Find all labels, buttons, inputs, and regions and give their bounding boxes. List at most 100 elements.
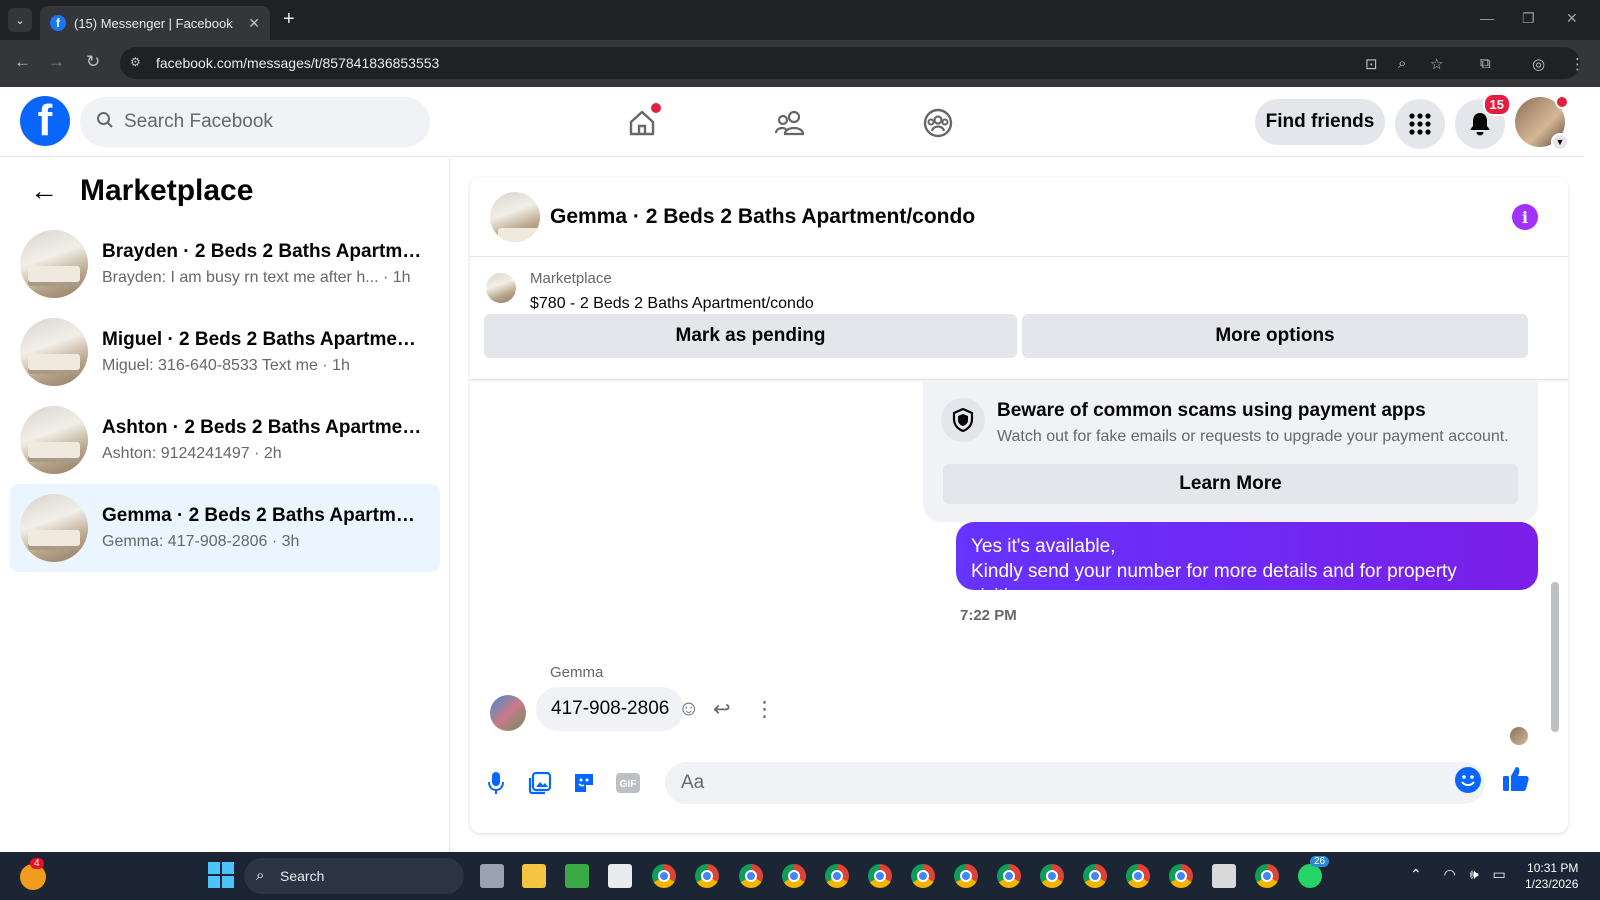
minimize-icon[interactable]: — [1480,10,1494,26]
chrome-icon[interactable] [695,864,719,888]
browser-menu-icon[interactable]: ⋮ [1570,55,1585,73]
chrome-icon[interactable] [652,864,676,888]
whatsapp-icon[interactable] [1298,864,1322,888]
browser-tab[interactable]: f (15) Messenger | Facebook ✕ [40,6,270,40]
profile-icon[interactable]: ◎ [1532,55,1545,73]
chrome-icon[interactable] [868,864,892,888]
mark-as-pending-button[interactable]: Mark as pending [484,314,1017,358]
menu-grid-button[interactable] [1395,99,1445,149]
chrome-icon[interactable] [739,864,763,888]
chrome-icon[interactable] [1169,864,1193,888]
file-explorer-icon[interactable] [522,864,546,888]
listing-thumbnail[interactable] [486,273,516,303]
chrome-icon[interactable] [997,864,1021,888]
install-app-icon[interactable]: ⊡ [1365,55,1378,73]
microphone-icon[interactable] [480,767,512,799]
home-nav-icon[interactable] [620,101,664,145]
task-view-icon[interactable] [480,864,504,888]
chat-thumbnail[interactable] [490,191,540,242]
taskbar-search[interactable]: ⌕ Search [244,858,464,894]
conversation-preview: Miguel: 316-640-8533 Text me · 1h [102,357,350,374]
received-message-bubble[interactable]: 417-908-2806 [536,687,685,731]
back-arrow-icon[interactable]: ← [30,175,58,207]
gif-icon[interactable]: GIF [612,767,644,799]
conversation-item-active[interactable]: Gemma · 2 Beds 2 Baths Apartme... Gemma:… [10,484,440,572]
groups-nav-icon[interactable] [916,101,960,145]
sender-avatar[interactable] [490,695,526,731]
back-icon[interactable]: ← [14,52,31,72]
volume-icon[interactable]: 🕪 [1470,866,1479,882]
sticker-icon[interactable] [568,767,600,799]
photo-icon[interactable] [524,767,556,799]
reload-icon[interactable]: ↻ [86,52,100,72]
chat-header: Gemma · 2 Beds 2 Baths Apartment/condo i [470,177,1568,257]
chrome-icon[interactable] [1255,864,1279,888]
account-avatar[interactable]: ▼ [1515,95,1569,151]
conversation-item[interactable]: Miguel · 2 Beds 2 Baths Apartmen... Migu… [10,308,440,396]
clock-time: 10:31 PM [1527,861,1579,875]
listing-thumbnail [20,406,88,474]
bookmark-star-icon[interactable]: ☆ [1430,55,1443,73]
chrome-icon[interactable] [825,864,849,888]
close-tab-icon[interactable]: ✕ [248,15,260,32]
emoji-icon[interactable] [1455,767,1481,793]
chat-panel: Gemma · 2 Beds 2 Baths Apartment/condo i… [470,177,1568,833]
chrome-icon[interactable] [1083,864,1107,888]
conversation-sidebar: ← Marketplace Brayden · 2 Beds 2 Baths A… [0,158,450,852]
info-icon[interactable]: i [1512,204,1538,230]
url-field[interactable]: ⚙ facebook.com/messages/t/85784183685355… [120,47,1580,79]
app-icon[interactable] [1212,864,1236,888]
scam-warning-subtitle: Watch out for fake emails or requests to… [997,428,1509,445]
windows-start-icon[interactable] [208,862,234,888]
facebook-logo-icon[interactable]: f [20,96,70,146]
system-tray[interactable]: ⌃ ◠ 🕪 ▭ [1410,866,1506,883]
tab-search-button[interactable]: ⌄ [8,8,32,32]
page-scrollbar[interactable] [1584,87,1600,852]
battery-icon[interactable]: ▭ [1492,866,1505,882]
chrome-icon[interactable] [1126,864,1150,888]
wifi-icon[interactable]: ◠ [1444,866,1456,882]
listing-thumbnail [20,318,88,386]
chat-scrollbar[interactable] [1550,382,1560,762]
facebook-favicon-icon: f [50,15,66,31]
conversation-item[interactable]: Brayden · 2 Beds 2 Baths Apartme... Bray… [10,220,440,308]
chrome-icon[interactable] [782,864,806,888]
more-actions-icon[interactable]: ⋮ [754,697,775,722]
store-icon[interactable] [608,864,632,888]
react-emoji-icon[interactable]: ☺ [678,697,699,721]
chrome-icon[interactable] [954,864,978,888]
extensions-icon[interactable]: ⧉ [1480,55,1491,72]
search-icon: ⌕ [256,867,265,884]
app-icon[interactable] [565,864,589,888]
zoom-icon[interactable]: ⌕ [1398,55,1406,72]
chevron-up-icon[interactable]: ⌃ [1410,866,1422,882]
friends-nav-icon[interactable] [768,101,812,145]
reply-icon[interactable]: ↩ [713,697,731,722]
notifications-button[interactable]: 15 [1455,93,1511,149]
chat-title[interactable]: Gemma · 2 Beds 2 Baths Apartment/condo [550,205,975,229]
more-options-button[interactable]: More options [1022,314,1528,358]
taskbar-clock[interactable]: 10:31 PM 1/23/2026 [1525,860,1578,892]
find-friends-button[interactable]: Find friends [1255,99,1385,145]
learn-more-button[interactable]: Learn More [943,464,1518,504]
shield-icon [941,398,985,442]
conversation-preview: Brayden: I am busy rn text me after h...… [102,269,411,286]
listing-title[interactable]: $780 - 2 Beds 2 Baths Apartment/condo [530,295,814,313]
window-close-icon[interactable]: ✕ [1566,10,1578,27]
facebook-search-input[interactable]: Search Facebook [80,97,430,147]
message-input[interactable]: Aa [665,762,1485,804]
forward-icon[interactable]: → [48,52,65,72]
bell-icon [1470,113,1490,136]
thumbs-up-icon[interactable] [1502,765,1530,800]
restore-icon[interactable]: ❐ [1522,10,1535,27]
conversation-name: Gemma · 2 Beds 2 Baths Apartme... [102,505,422,526]
chevron-down-icon[interactable]: ▼ [1551,133,1569,151]
sent-message-bubble[interactable]: Yes it's available, Kindly send your num… [956,522,1538,607]
chrome-icon[interactable] [1040,864,1064,888]
site-info-icon[interactable]: ⚙ [130,55,146,71]
home-notification-dot [651,103,661,113]
conversation-item[interactable]: Ashton · 2 Beds 2 Baths Apartmen... Asht… [10,396,440,484]
chrome-icon[interactable] [911,864,935,888]
chat-scrollbar-thumb[interactable] [1551,582,1559,732]
new-tab-button[interactable]: + [283,8,295,31]
